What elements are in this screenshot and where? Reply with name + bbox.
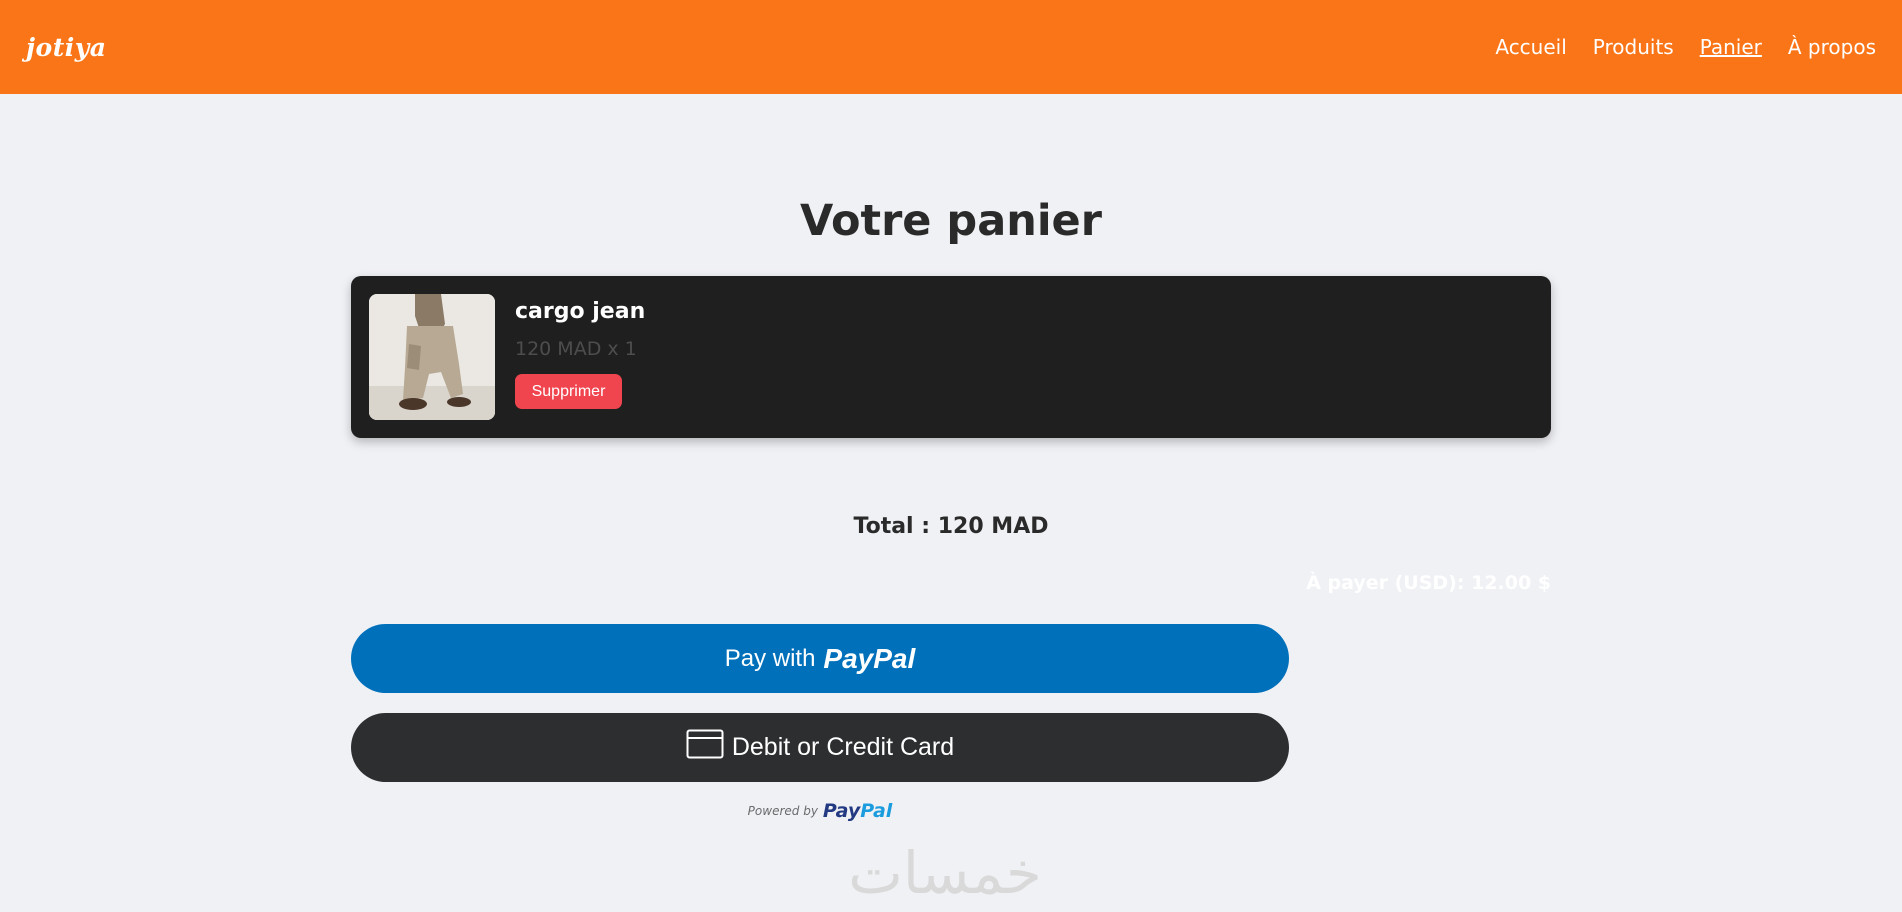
item-price-quantity: 120 MAD x 1 [515, 338, 637, 360]
card-button-label: Debit or Credit Card [731, 733, 955, 761]
item-info: cargo jean 120 MAD x 1 Supprimer [515, 299, 645, 409]
product-image [369, 294, 495, 420]
site-logo[interactable]: jotiya [26, 33, 107, 62]
watermark: خمسات [848, 839, 1042, 907]
paypal-button-prefix: Pay with [724, 644, 816, 672]
nav-link-a-propos[interactable]: À propos [1788, 35, 1876, 59]
paypal-brand-logo: PayPal [822, 800, 893, 822]
item-name: cargo jean [515, 299, 646, 324]
paypal-logo: PayPal [823, 642, 916, 674]
cart-total: Total : 120 MAD [853, 514, 1049, 539]
cart-item: cargo jean 120 MAD x 1 Supprimer [351, 276, 1551, 438]
nav-link-accueil[interactable]: Accueil [1495, 35, 1566, 59]
powered-by-text: Powered by [747, 804, 818, 818]
remove-item-button[interactable]: Supprimer [515, 374, 622, 409]
credit-card-icon [686, 729, 724, 766]
main-nav: Accueil Produits Panier À propos [1495, 35, 1876, 59]
nav-link-produits[interactable]: Produits [1593, 35, 1674, 59]
powered-by-paypal: Powered by PayPal [351, 800, 1289, 822]
page-title: Votre panier [800, 196, 1102, 246]
paypal-button[interactable]: Pay with PayPal [351, 624, 1289, 693]
usd-amount: À payer (USD): 12.00 $ [1306, 572, 1551, 594]
top-navbar: jotiya Accueil Produits Panier À propos [0, 0, 1902, 94]
card-payment-button[interactable]: Debit or Credit Card [351, 713, 1289, 782]
nav-link-panier[interactable]: Panier [1700, 35, 1762, 59]
